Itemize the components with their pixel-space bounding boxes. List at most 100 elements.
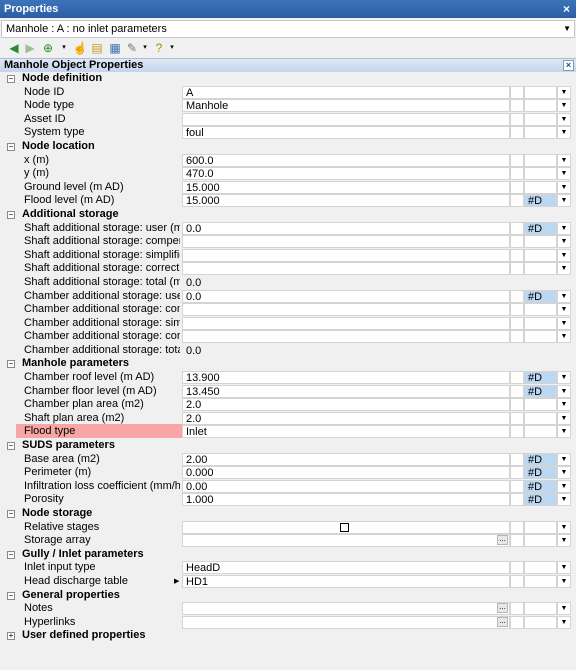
- data-flag-cell[interactable]: [524, 303, 557, 317]
- notes-icon[interactable]: ▤: [89, 40, 105, 56]
- chevron-down-icon[interactable]: ▼: [557, 493, 571, 507]
- chevron-down-icon[interactable]: ▼: [557, 466, 571, 480]
- property-value[interactable]: [182, 112, 510, 126]
- data-flag-cell[interactable]: [524, 561, 557, 575]
- property-value[interactable]: 470.0: [182, 167, 510, 181]
- forward-arrow-icon[interactable]: ▶: [22, 40, 38, 56]
- data-flag-cell[interactable]: [524, 235, 557, 249]
- chevron-down-icon[interactable]: ▼: [557, 411, 571, 425]
- chevron-down-icon[interactable]: ▼: [557, 112, 571, 126]
- collapse-icon[interactable]: −: [7, 510, 15, 518]
- property-value[interactable]: [182, 262, 510, 276]
- property-value[interactable]: [182, 330, 510, 344]
- group-header[interactable]: − Gully / Inlet parameters: [0, 548, 576, 562]
- chevron-down-icon[interactable]: ▼: [557, 534, 571, 548]
- chevron-down-icon[interactable]: ▼: [557, 167, 571, 181]
- property-value[interactable]: 2.0: [182, 411, 510, 425]
- chevron-down-icon[interactable]: ▾: [56, 40, 72, 56]
- property-value[interactable]: [182, 248, 510, 262]
- group-header[interactable]: − Node storage: [0, 507, 576, 521]
- data-flag-cell[interactable]: [524, 153, 557, 167]
- chevron-down-icon[interactable]: ▼: [557, 615, 571, 629]
- data-flag-cell[interactable]: [524, 425, 557, 439]
- data-flag-cell[interactable]: [524, 330, 557, 344]
- chevron-down-icon[interactable]: ▼: [557, 398, 571, 412]
- chevron-down-icon[interactable]: ▼: [557, 316, 571, 330]
- group-header[interactable]: − SUDS parameters: [0, 439, 576, 453]
- data-flag-cell[interactable]: #D: [524, 221, 557, 235]
- chevron-down-icon[interactable]: ▼: [557, 561, 571, 575]
- property-value[interactable]: 13.450: [182, 384, 510, 398]
- close-icon[interactable]: ×: [563, 0, 570, 18]
- ellipsis-button[interactable]: ...: [497, 616, 508, 627]
- chevron-down-icon[interactable]: ▼: [557, 425, 571, 439]
- data-flag-cell[interactable]: [524, 520, 557, 534]
- object-selector[interactable]: Manhole : A : no inlet parameters ▼: [1, 20, 575, 38]
- data-flag-cell[interactable]: #D: [524, 493, 557, 507]
- data-flag-cell[interactable]: #D: [524, 384, 557, 398]
- property-value[interactable]: Manhole: [182, 99, 510, 113]
- collapse-icon[interactable]: −: [7, 550, 15, 559]
- property-value[interactable]: [182, 534, 510, 548]
- data-flag-cell[interactable]: [524, 167, 557, 181]
- collapse-icon[interactable]: −: [7, 360, 15, 369]
- ellipsis-button[interactable]: ...: [497, 535, 508, 546]
- collapse-icon[interactable]: −: [7, 442, 15, 451]
- property-value[interactable]: 0.0: [182, 289, 510, 303]
- chevron-down-icon[interactable]: ▼: [557, 99, 571, 113]
- data-flag-cell[interactable]: [524, 398, 557, 412]
- back-arrow-icon[interactable]: ◀: [6, 40, 22, 56]
- property-value[interactable]: [182, 303, 510, 317]
- chevron-down-icon[interactable]: ▼: [557, 289, 571, 303]
- collapse-icon[interactable]: −: [7, 75, 15, 83]
- chevron-down-icon[interactable]: ▼: [563, 21, 571, 37]
- expand-icon[interactable]: +: [7, 632, 15, 641]
- expand-arrow-icon[interactable]: ▶: [174, 575, 179, 588]
- property-value[interactable]: 15.000: [182, 194, 510, 208]
- globe-icon[interactable]: ⊕: [40, 40, 56, 56]
- property-value[interactable]: 600.0: [182, 153, 510, 167]
- data-flag-cell[interactable]: #D: [524, 289, 557, 303]
- chevron-down-icon[interactable]: ▼: [557, 85, 571, 99]
- data-flag-cell[interactable]: [524, 180, 557, 194]
- hand-icon[interactable]: ☝: [72, 40, 88, 56]
- chevron-down-icon[interactable]: ▼: [557, 371, 571, 385]
- property-value[interactable]: foul: [182, 126, 510, 140]
- chevron-down-icon[interactable]: ▼: [557, 602, 571, 616]
- data-flag-cell[interactable]: [524, 262, 557, 276]
- chevron-down-icon[interactable]: ▼: [557, 248, 571, 262]
- property-value[interactable]: 2.0: [182, 398, 510, 412]
- data-flag-cell[interactable]: [524, 615, 557, 629]
- group-header[interactable]: − Node definition: [0, 72, 576, 86]
- property-value[interactable]: [182, 615, 510, 629]
- chevron-down-icon[interactable]: ▼: [557, 126, 571, 140]
- chevron-down-icon[interactable]: ▼: [557, 520, 571, 534]
- chevron-down-icon[interactable]: ▼: [557, 194, 571, 208]
- data-flag-cell[interactable]: #D: [524, 466, 557, 480]
- group-header[interactable]: − Node location: [0, 140, 576, 154]
- chevron-down-icon[interactable]: ▼: [557, 330, 571, 344]
- grid-icon[interactable]: ▦: [107, 40, 123, 56]
- chevron-down-icon[interactable]: ▼: [557, 153, 571, 167]
- property-value[interactable]: Inlet: [182, 425, 510, 439]
- property-value[interactable]: A: [182, 85, 510, 99]
- chevron-down-icon[interactable]: ▾: [164, 40, 180, 56]
- collapse-icon[interactable]: −: [7, 591, 15, 600]
- group-header[interactable]: − Manhole parameters: [0, 357, 576, 371]
- chevron-down-icon[interactable]: ▼: [557, 180, 571, 194]
- data-flag-cell[interactable]: [524, 99, 557, 113]
- chevron-down-icon[interactable]: ▼: [557, 452, 571, 466]
- data-flag-cell[interactable]: [524, 248, 557, 262]
- property-value[interactable]: [182, 235, 510, 249]
- data-flag-cell[interactable]: [524, 411, 557, 425]
- property-value[interactable]: 0.0: [182, 221, 510, 235]
- close-icon[interactable]: ×: [563, 60, 574, 71]
- chevron-down-icon[interactable]: ▼: [557, 574, 571, 588]
- property-value[interactable]: 0.00: [182, 479, 510, 493]
- data-flag-cell[interactable]: [524, 112, 557, 126]
- group-header[interactable]: − Additional storage: [0, 208, 576, 222]
- data-flag-cell[interactable]: [524, 602, 557, 616]
- checkbox[interactable]: [340, 522, 349, 532]
- ellipsis-button[interactable]: ...: [497, 603, 508, 614]
- chevron-down-icon[interactable]: ▼: [557, 221, 571, 235]
